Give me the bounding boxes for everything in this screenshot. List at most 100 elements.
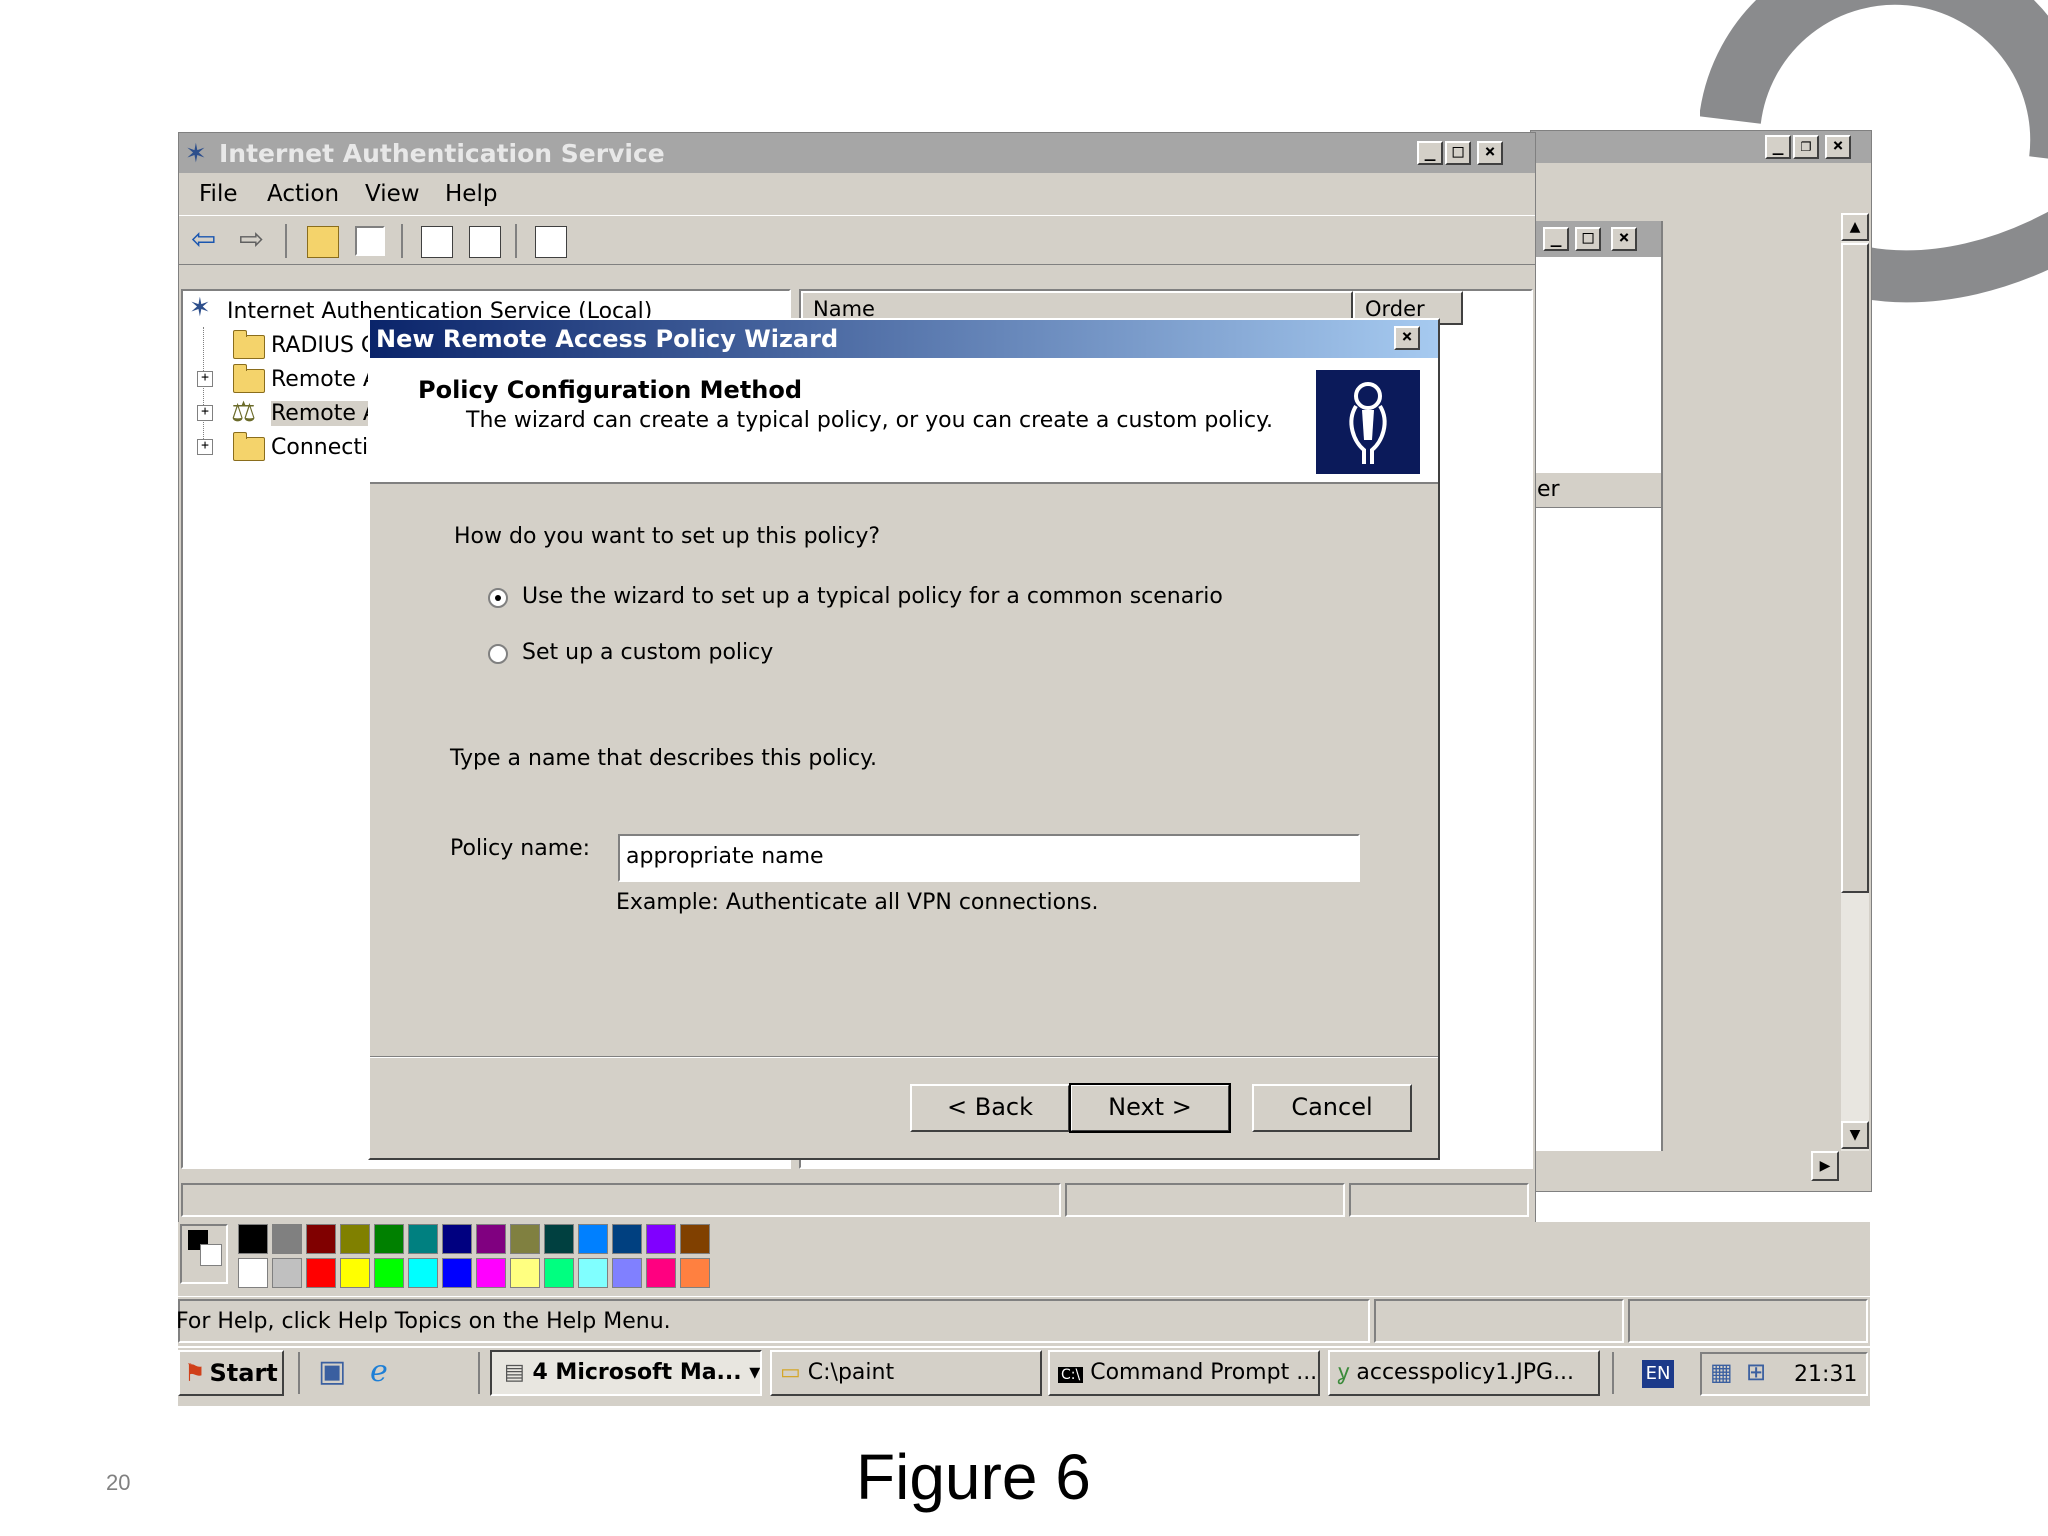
folder-icon: ▭: [780, 1360, 808, 1385]
palette-swatch[interactable]: [238, 1258, 268, 1288]
tree-item-remote-policies[interactable]: Remote A: [271, 401, 378, 426]
folder-icon: [233, 330, 265, 359]
palette-swatch[interactable]: [544, 1224, 574, 1254]
palette-swatch[interactable]: [340, 1258, 370, 1288]
back-arrow-icon[interactable]: ⇦: [191, 222, 216, 257]
ias-minimize-button[interactable]: _: [1417, 141, 1443, 165]
language-indicator[interactable]: EN: [1642, 1360, 1674, 1388]
help-icon[interactable]: [535, 226, 567, 258]
palette-swatch[interactable]: [476, 1258, 506, 1288]
child-minimize-button[interactable]: _: [1543, 227, 1569, 251]
option-typical-label[interactable]: Use the wizard to set up a typical polic…: [522, 584, 1223, 609]
palette-swatch[interactable]: [374, 1224, 404, 1254]
tree-item-remote-logging[interactable]: Remote A: [271, 367, 378, 392]
tree-item-radius[interactable]: RADIUS C: [271, 333, 376, 358]
child-close-button[interactable]: ×: [1611, 227, 1637, 251]
palette-swatch[interactable]: [612, 1224, 642, 1254]
task-microsoft-management[interactable]: ▤ 4 Microsoft Ma... ▾: [490, 1350, 762, 1396]
export-list-icon[interactable]: [469, 226, 501, 258]
background-window-titlebar: [1531, 131, 1871, 163]
menu-help[interactable]: Help: [445, 181, 497, 207]
palette-swatch[interactable]: [578, 1224, 608, 1254]
task-paint-image[interactable]: ỿ accesspolicy1.JPG...: [1328, 1350, 1600, 1396]
palette-swatch[interactable]: [238, 1224, 268, 1254]
palette-swatch[interactable]: [612, 1258, 642, 1288]
start-button[interactable]: ⚑ Start: [178, 1350, 284, 1396]
paint-area-bg: [718, 1222, 1870, 1296]
palette-swatch[interactable]: [476, 1224, 506, 1254]
example-text: Example: Authenticate all VPN connection…: [616, 890, 1099, 915]
close-button[interactable]: ×: [1825, 135, 1851, 159]
task-paint-folder[interactable]: ▭ C:\paint: [770, 1350, 1042, 1396]
wizard-logo-icon: [1316, 370, 1420, 474]
ias-maximize-button[interactable]: □: [1445, 141, 1471, 165]
scroll-thumb[interactable]: [1841, 243, 1869, 893]
back-button[interactable]: < Back: [910, 1084, 1070, 1132]
option-typical-radio[interactable]: [488, 588, 508, 608]
palette-swatch[interactable]: [578, 1258, 608, 1288]
palette-swatch[interactable]: [306, 1258, 336, 1288]
vertical-scrollbar[interactable]: ▲ ▼: [1841, 213, 1869, 1151]
menu-bar: File Action View Help: [179, 175, 1535, 213]
wizard-close-button[interactable]: ×: [1394, 326, 1420, 350]
palette-swatch[interactable]: [544, 1258, 574, 1288]
minimize-button[interactable]: _: [1765, 135, 1791, 159]
button-separator: [370, 1056, 1438, 1058]
cancel-button[interactable]: Cancel: [1252, 1084, 1412, 1132]
palette-swatch[interactable]: [646, 1258, 676, 1288]
ias-title: Internet Authentication Service: [219, 139, 665, 168]
tree-item-connection[interactable]: Connecti: [271, 435, 368, 460]
show-tree-icon[interactable]: [355, 226, 385, 256]
menu-view[interactable]: View: [365, 181, 420, 207]
forward-arrow-icon[interactable]: ⇨: [239, 222, 264, 257]
ias-close-button[interactable]: ×: [1477, 141, 1503, 165]
palette-swatch[interactable]: [272, 1224, 302, 1254]
connection-icon[interactable]: ⊞: [1746, 1358, 1766, 1386]
child-window: _ □ × er: [1531, 221, 1663, 1151]
next-button[interactable]: Next >: [1069, 1083, 1231, 1133]
current-colors[interactable]: [180, 1224, 228, 1284]
expand-icon[interactable]: +: [197, 405, 213, 421]
palette-swatch[interactable]: [340, 1224, 370, 1254]
command-prompt-icon: C:\: [1058, 1367, 1084, 1383]
scroll-down-button[interactable]: ▼: [1841, 1121, 1869, 1149]
palette-swatch[interactable]: [442, 1258, 472, 1288]
scroll-up-button[interactable]: ▲: [1841, 213, 1869, 241]
option-custom-label[interactable]: Set up a custom policy: [522, 640, 773, 665]
palette-swatch[interactable]: [306, 1224, 336, 1254]
ias-root-icon: ✶: [189, 293, 211, 323]
restore-button[interactable]: ❐: [1793, 135, 1819, 159]
palette-swatch[interactable]: [646, 1224, 676, 1254]
wizard-dialog: New Remote Access Policy Wizard × Policy…: [368, 318, 1440, 1160]
network-icon[interactable]: ▦: [1710, 1358, 1733, 1386]
child-maximize-button[interactable]: □: [1575, 227, 1601, 251]
option-custom-radio[interactable]: [488, 644, 508, 664]
policy-name-input[interactable]: appropriate name: [618, 834, 1360, 882]
color-palette: [178, 1222, 718, 1296]
palette-swatch[interactable]: [510, 1258, 540, 1288]
menu-file[interactable]: File: [199, 181, 238, 207]
quicklaunch-desktop-icon[interactable]: ▣: [318, 1354, 346, 1389]
palette-swatch[interactable]: [272, 1258, 302, 1288]
palette-swatch[interactable]: [680, 1258, 710, 1288]
palette-swatch[interactable]: [680, 1224, 710, 1254]
quicklaunch-ie-icon[interactable]: ℯ: [370, 1354, 388, 1389]
palette-swatch[interactable]: [442, 1224, 472, 1254]
toolbar: ⇦ ⇨: [179, 215, 1535, 265]
paint-status-text: For Help, click Help Topics on the Help …: [176, 1309, 671, 1334]
expand-icon[interactable]: +: [197, 371, 213, 387]
expand-icon[interactable]: +: [197, 439, 213, 455]
palette-swatch[interactable]: [374, 1258, 404, 1288]
background-window: _ ❐ × _ □ × er ▲ ▼ ▶: [1530, 130, 1872, 1192]
name-prompt: Type a name that describes this policy.: [450, 746, 877, 771]
refresh-icon[interactable]: [421, 226, 453, 258]
menu-action[interactable]: Action: [267, 181, 339, 207]
palette-swatch[interactable]: [510, 1224, 540, 1254]
scroll-right-button[interactable]: ▶: [1811, 1151, 1839, 1181]
task-command-prompt[interactable]: C:\ Command Prompt ...: [1048, 1350, 1320, 1396]
palette-swatch[interactable]: [408, 1224, 438, 1254]
palette-swatch[interactable]: [408, 1258, 438, 1288]
policy-name-label: Policy name:: [450, 836, 591, 861]
up-folder-icon[interactable]: [307, 226, 339, 258]
child-header: er: [1531, 473, 1661, 508]
